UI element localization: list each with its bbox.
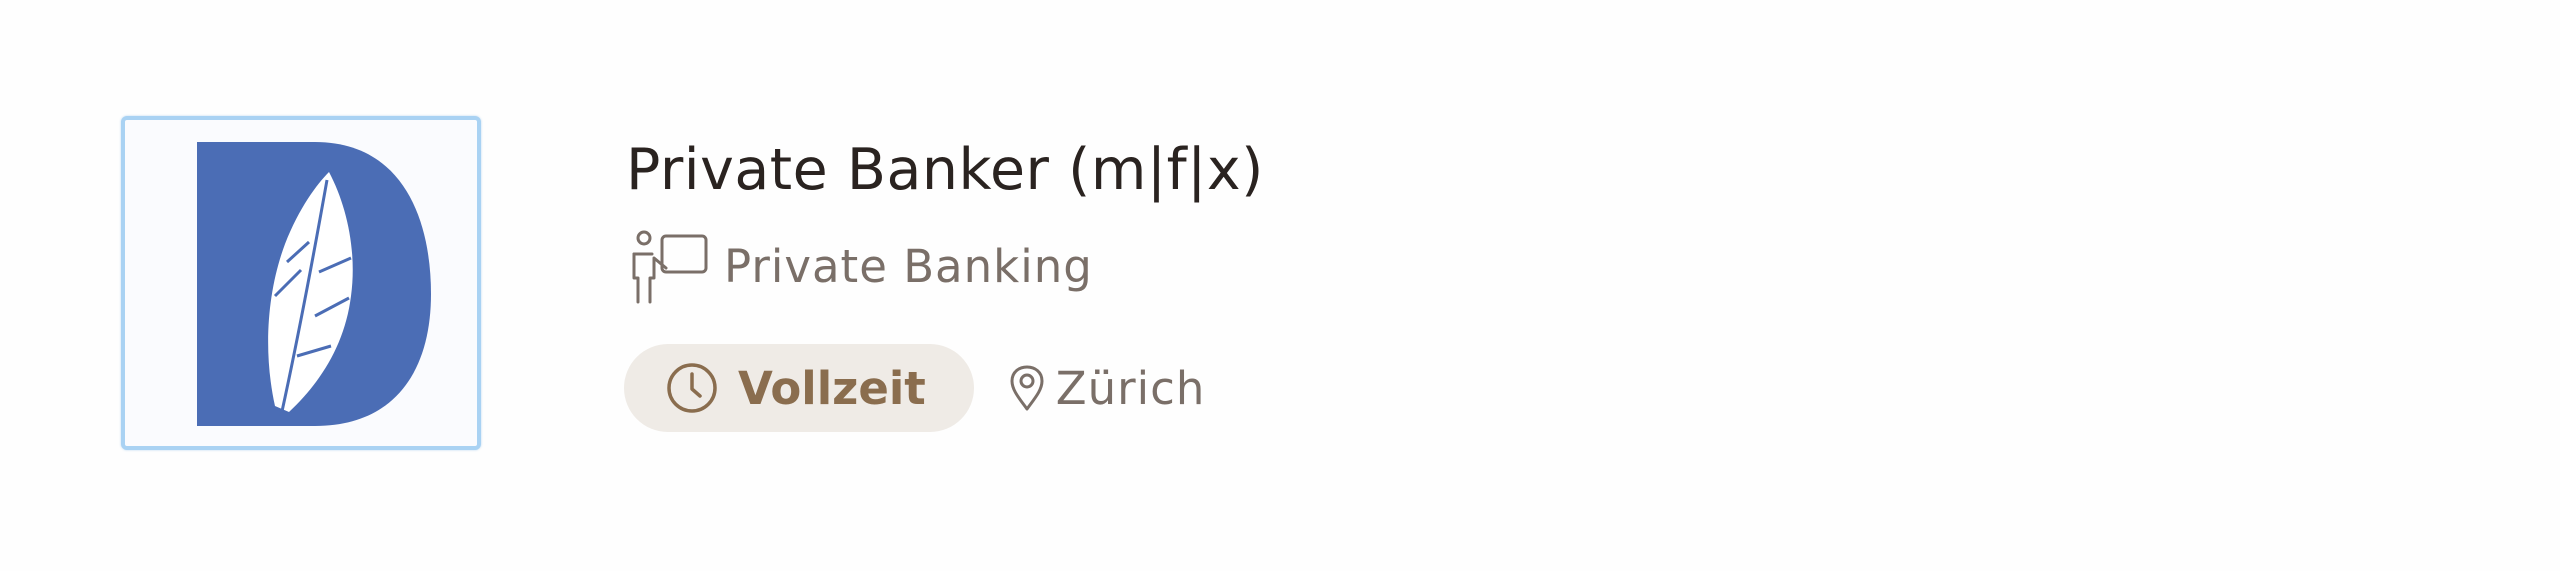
map-pin-icon (1010, 365, 1044, 411)
department-row: Private Banking (626, 228, 1093, 304)
job-listing-card[interactable]: Private Banker (m|f|x) Private Banking V… (0, 0, 2560, 571)
employment-type-badge: Vollzeit (624, 344, 974, 432)
company-logo (121, 116, 481, 450)
company-logo-icon (197, 142, 431, 426)
location-label: Zürich (1055, 361, 1206, 415)
department-label: Private Banking (724, 239, 1093, 293)
presenter-board-icon (632, 230, 708, 304)
clock-icon (667, 363, 717, 413)
location-row: Zürich (1008, 362, 1206, 415)
job-title[interactable]: Private Banker (m|f|x) (626, 134, 1264, 206)
job-tags: Vollzeit Zürich (624, 344, 1205, 432)
employment-type-label: Vollzeit (738, 361, 926, 415)
